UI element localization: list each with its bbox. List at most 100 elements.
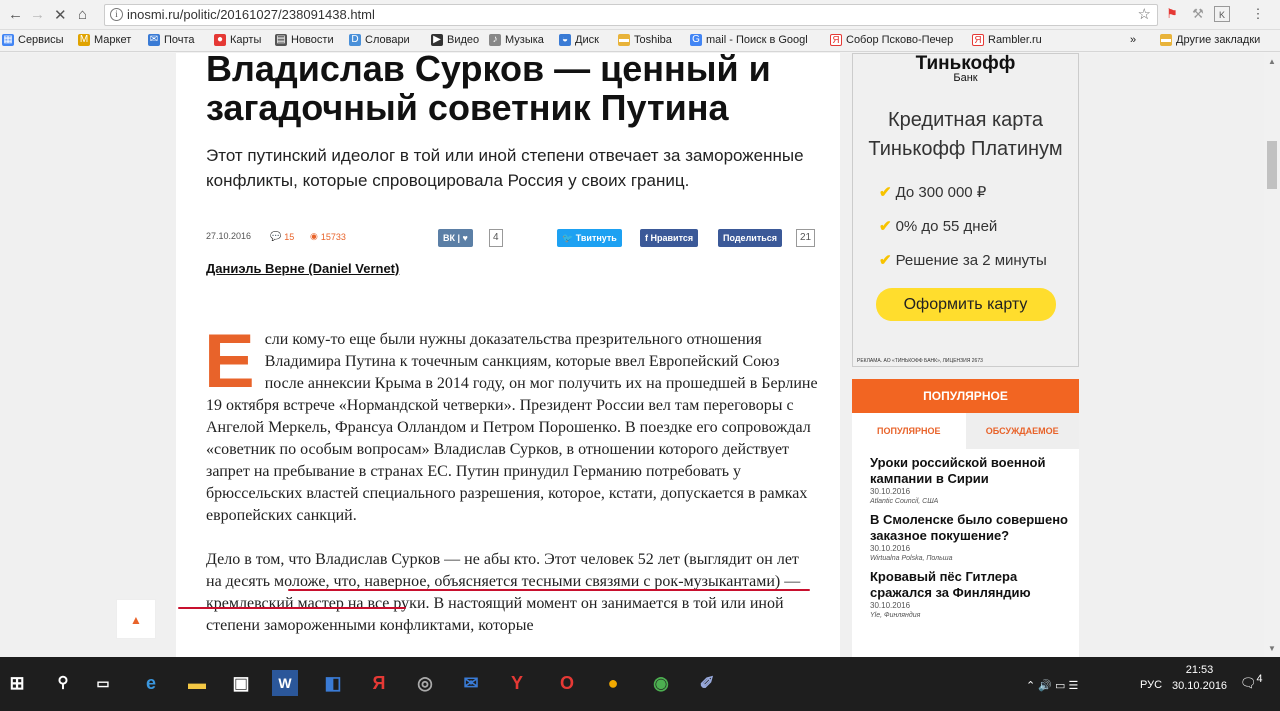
twitter-bird-icon: 🐦 [562, 233, 576, 243]
popular-widget: ПОПУЛЯРНОЕ ПОПУЛЯРНОЕ ОБСУЖДАЕМОЕ Уроки … [852, 379, 1079, 657]
media-icon[interactable]: ◎ [412, 670, 438, 696]
ad-bank-sub: Банк [953, 72, 978, 84]
market-icon: M [78, 34, 90, 46]
paragraph-2: Дело в том, что Владислав Сурков — не аб… [206, 551, 801, 634]
ad-feature: ✔ 0% до 55 дней [879, 218, 998, 235]
url-text: inosmi.ru/politic/20161027/238091438.htm… [127, 7, 375, 22]
check-icon: ✔ [879, 252, 892, 269]
bookmarks-bar: ▦ Сервисы M Маркет ✉ Почта ● Карты ▤ Новости … [0, 30, 1280, 52]
yandex-icon: Я [830, 34, 842, 46]
disk-icon: ◒ [559, 34, 571, 46]
vertical-scrollbar[interactable]: ▲ ▼ [1264, 53, 1280, 657]
vk-share-button[interactable]: ВК | ♥ [438, 229, 473, 247]
ad-feature: ✔ До 300 000 ₽ [879, 184, 987, 201]
folder-icon: ▬ [618, 34, 630, 46]
popular-item[interactable]: Кровавый пёс Гитлера сражался за Финлянд… [852, 569, 1079, 620]
comment-icon: 💬 [270, 231, 282, 241]
dictionary-icon: D [349, 34, 361, 46]
bookmark-star-icon[interactable]: ☆ [1138, 5, 1151, 25]
search-icon[interactable]: ⚲ [50, 670, 76, 696]
bookmark-apps[interactable]: ▦ Сервисы [2, 34, 64, 46]
apply-card-button[interactable]: Оформить карту [875, 288, 1056, 321]
bookmark-other[interactable]: ▬ Другие закладки [1160, 34, 1260, 46]
home-icon[interactable]: ⌂ [78, 6, 87, 23]
article-date: 27.10.2016 [206, 231, 252, 241]
extension-flag-icon[interactable]: ⚑ [1164, 6, 1180, 22]
red-underline-annotation [178, 607, 406, 609]
language-indicator[interactable]: РУС [1140, 679, 1162, 691]
bookmark-sobor[interactable]: Я Собор Псково-Печер [830, 34, 953, 46]
scroll-down-icon[interactable]: ▼ [1268, 644, 1276, 653]
vk-count: 4 [489, 229, 503, 247]
info-icon[interactable]: i [110, 8, 123, 21]
scroll-thumb[interactable] [1267, 141, 1277, 189]
facebook-like-button[interactable]: f Нравится [640, 229, 699, 247]
opera-icon[interactable]: O [554, 670, 580, 696]
bookmark-music[interactable]: ♪ Музыка [489, 34, 544, 46]
file-explorer-icon[interactable]: ▬ [184, 670, 210, 696]
extension-tools-icon[interactable]: ⚒ [1190, 6, 1206, 22]
stop-icon[interactable]: ✕ [54, 6, 67, 24]
edge-icon[interactable]: e [138, 670, 164, 696]
article: Владислав Сурков — ценный и загадочный с… [176, 53, 840, 657]
tweet-button[interactable]: 🐦 Твитнуть [557, 229, 622, 247]
yandex-browser-icon[interactable]: Y [504, 670, 530, 696]
paint-icon[interactable]: ✐ [694, 670, 720, 696]
google-icon: G [690, 34, 702, 46]
apps-grid-icon: ▦ [2, 34, 14, 46]
windows-start-icon[interactable]: ⊞ [4, 670, 30, 696]
map-pin-icon: ● [214, 34, 226, 46]
bookmark-market[interactable]: M Маркет [78, 34, 131, 46]
tab-popular[interactable]: ПОПУЛЯРНОЕ [852, 413, 966, 449]
app-icon[interactable]: ● [600, 670, 626, 696]
bookmark-dictionaries[interactable]: D Словари [349, 34, 410, 46]
browser-toolbar: ← → ✕ ⌂ i inosmi.ru/politic/20161027/238… [0, 0, 1280, 30]
share-count: 21 [796, 229, 816, 247]
article-lead: Этот путинский идеолог в той или иной ст… [206, 146, 804, 190]
bookmark-news[interactable]: ▤ Новости [275, 34, 334, 46]
tray-icons[interactable]: ⌃ 🔊 ▭ ☰ [1026, 679, 1078, 692]
chrome-icon[interactable]: ◉ [648, 670, 674, 696]
yandex-app-icon[interactable]: Я [366, 670, 392, 696]
outlook-icon[interactable]: ◧ [320, 670, 346, 696]
menu-icon[interactable]: ⋮ [1250, 6, 1266, 22]
scroll-to-top-button[interactable]: ▲ [116, 599, 156, 639]
bookmark-maps[interactable]: ● Карты [214, 34, 261, 46]
bookmark-rambler[interactable]: Я Rambler.ru [972, 34, 1042, 46]
article-title: Владислав Сурков — ценный и загадочный с… [206, 53, 771, 128]
drop-cap: Е [204, 319, 255, 404]
bookmark-disk[interactable]: ◒ Диск [559, 34, 599, 46]
bookmark-mail[interactable]: ✉ Почта [148, 34, 195, 46]
tab-discussed[interactable]: ОБСУЖДАЕМОЕ [965, 413, 1079, 449]
red-underline-annotation [288, 589, 810, 591]
word-icon[interactable]: W [272, 670, 298, 696]
store-icon[interactable]: ▣ [228, 670, 254, 696]
mail-app-icon[interactable]: ✉ [458, 670, 484, 696]
back-icon[interactable]: ← [8, 6, 23, 23]
paragraph-1: Если кому-то еще были нужны доказательст… [204, 319, 818, 525]
task-view-icon[interactable]: ▭ [90, 670, 116, 696]
popular-item[interactable]: В Смоленске было совершено заказное поку… [852, 512, 1079, 563]
ad-bank-name: Тинькофф [915, 53, 1016, 74]
clock[interactable]: 21:53 30.10.2016 [1172, 662, 1227, 694]
bookmark-video[interactable]: ▶ Видео [431, 34, 479, 46]
ad-legal-text: РЕКЛАМА. АО «ТИНЬКОФФ БАНК», ЛИЦЕНЗИЯ 26… [857, 358, 983, 364]
bookmark-toshiba[interactable]: ▬ Toshiba [618, 34, 672, 46]
video-icon: ▶ [431, 34, 443, 46]
address-bar[interactable]: i inosmi.ru/politic/20161027/238091438.h… [104, 4, 1158, 26]
bookmarks-overflow[interactable]: » [1130, 34, 1136, 46]
news-icon: ▤ [275, 34, 287, 46]
forward-icon[interactable]: → [30, 6, 45, 23]
facebook-share-button[interactable]: Поделиться [718, 229, 783, 247]
music-icon: ♪ [489, 34, 501, 46]
windows-taskbar: ⊞ ⚲ ▭ e ▬ ▣ W ◧ Я ◎ ✉ Y O ● ◉ ✐ ⌃ 🔊 ▭ ☰ … [0, 657, 1280, 711]
popular-item[interactable]: Уроки российской военной кампании в Сири… [852, 455, 1079, 506]
tinkoff-ad[interactable]: Тинькофф Банк Кредитная карта Тинькофф П… [852, 53, 1079, 367]
comments-count[interactable]: 💬 15 [270, 231, 294, 242]
extension-k-icon[interactable]: K [1214, 6, 1230, 22]
ad-card-name: Кредитная карта Тинькофф Платинум [868, 109, 1063, 160]
scroll-up-icon[interactable]: ▲ [1268, 57, 1276, 66]
author-link[interactable]: Даниэль Верне (Daniel Vernet) [206, 261, 399, 276]
bookmark-google-search[interactable]: Gmail - Поиск в Googl [690, 34, 808, 46]
notification-center-icon[interactable]: 🗨4 [1240, 673, 1263, 691]
